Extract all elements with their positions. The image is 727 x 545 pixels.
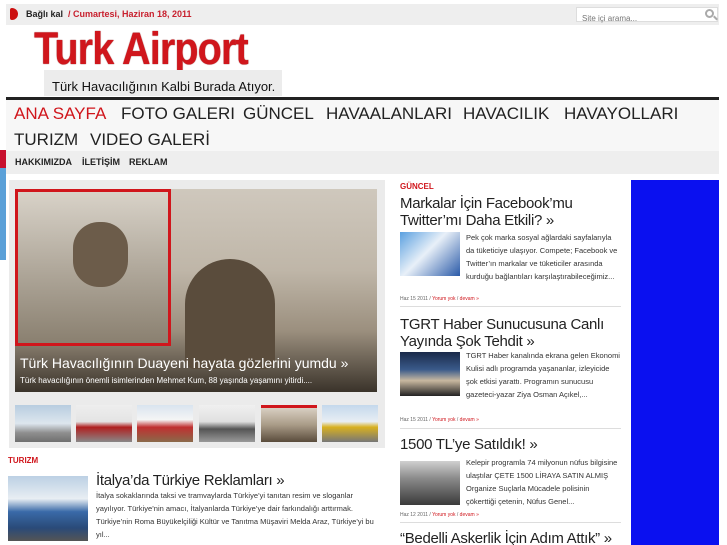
article-body: TGRT Haber kanalında ekrana gelen Ekonom… bbox=[466, 351, 620, 399]
portrait-figure bbox=[73, 222, 128, 287]
comments-link[interactable]: Yorum yok bbox=[432, 296, 455, 302]
turizm-article-title[interactable]: İtalya’da Türkiye Reklamları » bbox=[96, 472, 285, 489]
section-heading-guncel[interactable]: GÜNCEL bbox=[400, 182, 434, 191]
section-heading-turizm[interactable]: TURIZM bbox=[8, 456, 38, 465]
nav-item-guncel[interactable]: GÜNCEL bbox=[243, 104, 314, 124]
slider-thumb-pilot-photo[interactable] bbox=[261, 405, 317, 442]
article-meta: Haz 15 2011 / Yorum yok / devam » bbox=[400, 296, 479, 302]
top-bar: Bağlı kal / Cumartesi, Haziran 18, 2011 bbox=[6, 4, 719, 25]
news-photo-image[interactable] bbox=[400, 461, 460, 505]
article-meta: Haz 12 2011 / Yorum yok / devam » bbox=[400, 512, 479, 518]
site-logo[interactable]: Turk Airport bbox=[34, 23, 249, 75]
slider-thumb-airliner-photo[interactable] bbox=[76, 405, 132, 442]
article-divider bbox=[400, 522, 621, 523]
subnav-item-iletisim[interactable]: İLETİŞİM bbox=[82, 157, 120, 167]
slider-thumb-prop-plane-photo[interactable] bbox=[199, 405, 255, 442]
slider-thumb-airliner-photo[interactable] bbox=[322, 405, 378, 442]
nav-item-havaalanlari[interactable]: HAVAALANLARI bbox=[326, 104, 452, 124]
nav-item-havayollari[interactable]: HAVAYOLLARI bbox=[564, 104, 678, 124]
slider-thumb-airliner-photo[interactable] bbox=[15, 405, 71, 442]
twitter-facebook-image[interactable] bbox=[400, 232, 460, 276]
nav-item-foto-galeri[interactable]: FOTO GALERI bbox=[121, 104, 235, 124]
subnav-item-reklam[interactable]: REKLAM bbox=[129, 157, 168, 167]
article-title[interactable]: Markalar İçin Facebook’mu Twitter’mı Dah… bbox=[400, 195, 620, 229]
article-title[interactable]: TGRT Haber Sunucusuna Canlı Yayında Şok … bbox=[400, 316, 620, 350]
article-body: Kelepir programla 74 milyonun nüfus bilg… bbox=[466, 458, 618, 506]
connect-label[interactable]: Bağlı kal bbox=[26, 9, 63, 19]
turizm-article-body: İtalya sokaklarında taksi ve tramvaylard… bbox=[96, 491, 374, 539]
comments-link[interactable]: Yorum yok bbox=[432, 512, 455, 518]
featured-inset-photo bbox=[15, 189, 171, 346]
turizm-article-image[interactable] bbox=[8, 476, 88, 541]
read-more-link[interactable]: devam » bbox=[460, 512, 479, 518]
read-more-link[interactable]: devam » bbox=[460, 417, 479, 423]
article-date: Haz 15 2011 bbox=[400, 417, 428, 423]
pilot-figure bbox=[185, 259, 275, 369]
nav-item-ana-sayfa[interactable]: ANA SAYFA bbox=[14, 104, 106, 124]
comments-link[interactable]: Yorum yok bbox=[432, 417, 455, 423]
subnav-item-hakkimizda[interactable]: HAKKIMIZDA bbox=[15, 157, 72, 167]
main-nav: ANA SAYFA FOTO GALERI GÜNCEL HAVAALANLAR… bbox=[6, 100, 719, 154]
slider-description: Türk havacılığının önemli isimlerinden M… bbox=[20, 376, 313, 385]
nav-item-havacilik[interactable]: HAVACILIK bbox=[463, 104, 549, 124]
nav-item-turizm[interactable]: TURIZM bbox=[14, 130, 78, 150]
article-date: Haz 12 2011 bbox=[400, 512, 428, 518]
current-date: / Cumartesi, Haziran 18, 2011 bbox=[68, 9, 192, 19]
slider-title[interactable]: Türk Havacılığının Duayeni hayata gözler… bbox=[20, 355, 348, 371]
article-date: Haz 15 2011 bbox=[400, 296, 428, 302]
tv-presenter-image[interactable] bbox=[400, 352, 460, 396]
rss-icon[interactable] bbox=[10, 8, 18, 20]
article-title[interactable]: “Bedelli Askerlik İçin Adım Attık” » bbox=[400, 530, 612, 545]
sub-nav: HAKKIMIZDA İLETİŞİM REKLAM bbox=[6, 151, 719, 174]
nav-item-video-galeri[interactable]: VIDEO GALERİ bbox=[90, 130, 210, 150]
search-icon[interactable] bbox=[705, 9, 714, 18]
article-divider bbox=[400, 306, 621, 307]
search-box bbox=[576, 7, 718, 25]
article-body: Pek çok marka sosyal ağlardaki sayfaları… bbox=[466, 233, 618, 281]
side-widget-tab[interactable] bbox=[0, 150, 6, 168]
article-meta: Haz 15 2011 / Yorum yok / devam » bbox=[400, 417, 479, 423]
article-divider bbox=[400, 428, 621, 429]
advertisement-banner[interactable] bbox=[631, 180, 719, 545]
read-more-link[interactable]: devam » bbox=[460, 296, 479, 302]
search-input[interactable] bbox=[577, 12, 695, 25]
slider-thumb-building-photo[interactable] bbox=[137, 405, 193, 442]
site-tagline: Türk Havacılığının Kalbi Burada Atıyor. bbox=[52, 79, 276, 94]
article-title[interactable]: 1500 TL’ye Satıldık! » bbox=[400, 436, 538, 453]
